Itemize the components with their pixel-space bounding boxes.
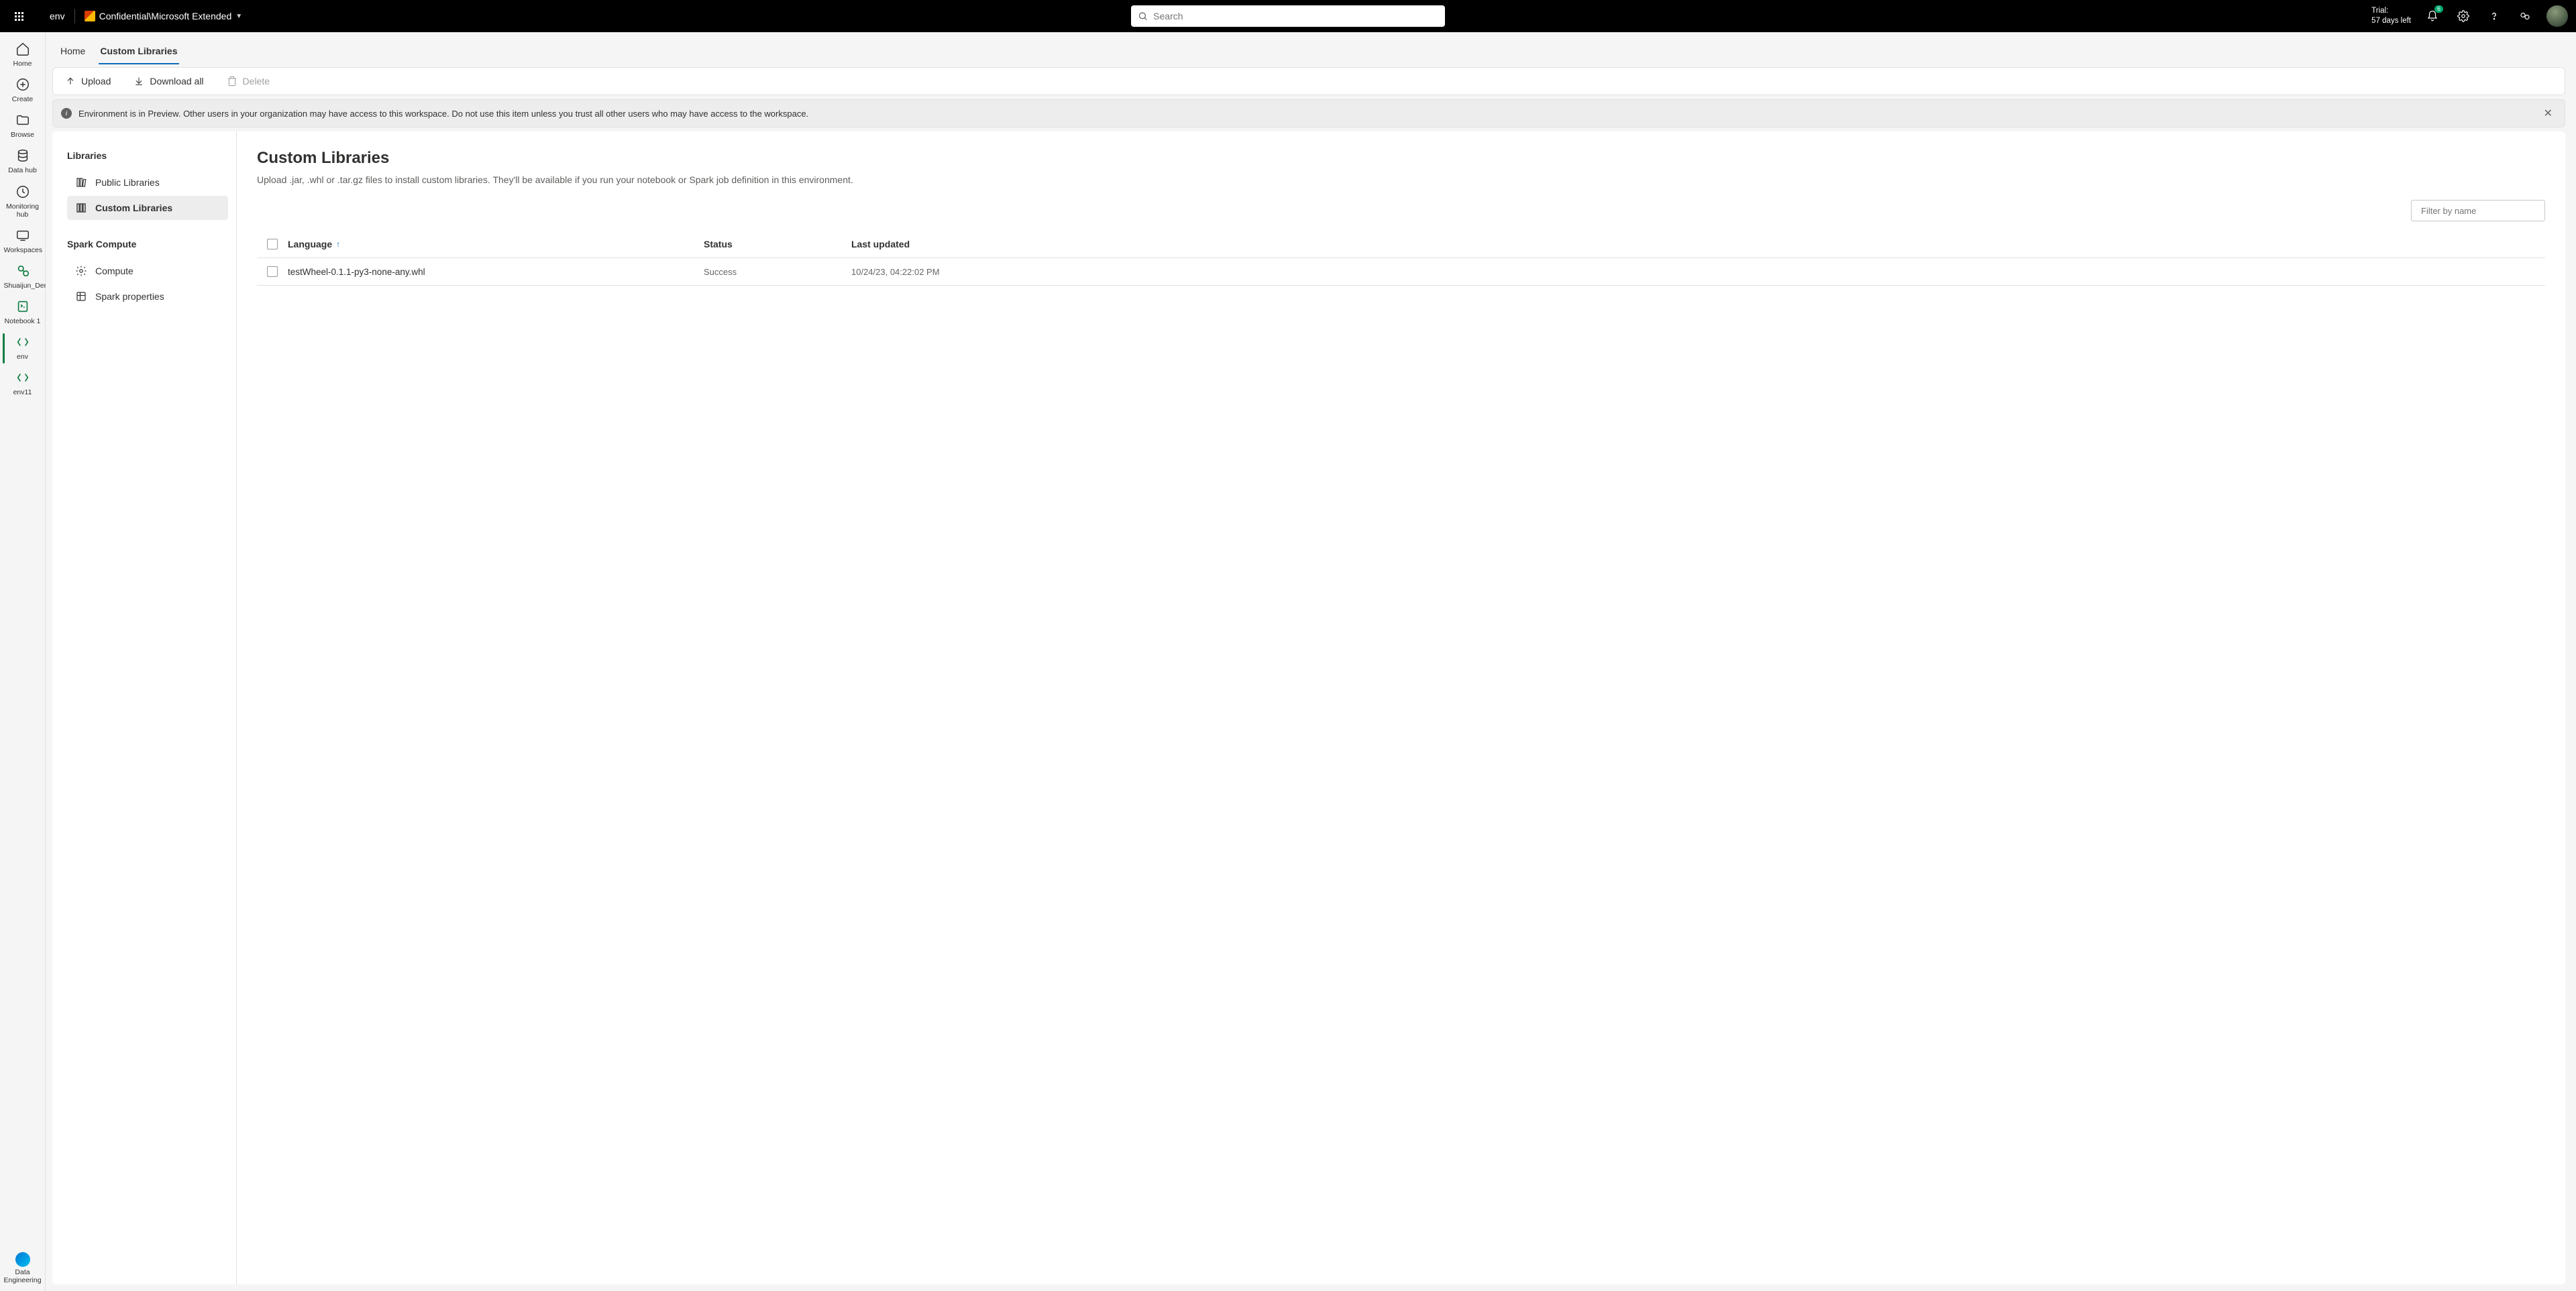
page-subtitle: Upload .jar, .whl or .tar.gz files to in… <box>257 174 2545 185</box>
env-name: env <box>50 11 65 21</box>
filter-input[interactable] <box>2421 206 2539 216</box>
search-icon <box>1138 11 1148 21</box>
tab-custom-libraries[interactable]: Custom Libraries <box>99 39 178 64</box>
topbar-separator <box>74 9 75 23</box>
filter-box[interactable] <box>2411 200 2545 221</box>
content-area: Custom Libraries Upload .jar, .whl or .t… <box>237 131 2565 1284</box>
nav-create[interactable]: Create <box>3 73 43 109</box>
libraries-table: Language ↑ Status Last updated testWheel… <box>257 231 2545 286</box>
table-row[interactable]: testWheel-0.1.1-py3-none-any.whl Success… <box>257 258 2545 286</box>
nav-data-hub[interactable]: Data hub <box>3 144 43 180</box>
sidebar-section-spark: Spark Compute <box>67 239 228 249</box>
main-tabs: Home Custom Libraries <box>52 36 2565 64</box>
delete-button: Delete <box>221 72 275 91</box>
nav-env[interactable]: env <box>3 331 43 366</box>
download-all-button[interactable]: Download all <box>128 72 209 91</box>
row-checkbox[interactable] <box>267 266 278 277</box>
data-engineering-icon <box>15 1252 30 1267</box>
sidebar-item-public-libraries[interactable]: Public Libraries <box>67 170 228 194</box>
sort-ascending-icon: ↑ <box>336 239 340 249</box>
sidebar: Libraries Public Libraries Custom Librar… <box>52 131 237 1284</box>
notifications-icon[interactable]: 6 <box>2423 7 2442 25</box>
sidebar-item-spark-properties[interactable]: Spark properties <box>67 284 228 308</box>
nav-home[interactable]: Home <box>3 38 43 73</box>
nav-data-engineering[interactable]: Data Engineering <box>3 1248 43 1291</box>
toolbar: Upload Download all Delete <box>52 67 2565 95</box>
settings-icon[interactable] <box>2454 7 2473 25</box>
column-header-updated[interactable]: Last updated <box>851 239 2545 249</box>
topbar: env Confidential\Microsoft Extended ▼ Tr… <box>0 0 2576 32</box>
chevron-down-icon: ▼ <box>235 13 242 20</box>
user-avatar[interactable] <box>2546 5 2568 27</box>
nav-monitoring-hub[interactable]: Monitoring hub <box>3 180 43 224</box>
nav-workspaces[interactable]: Workspaces <box>3 224 43 260</box>
tab-home[interactable]: Home <box>59 39 87 64</box>
close-banner-button[interactable]: ✕ <box>2540 105 2557 121</box>
nav-notebook[interactable]: Notebook 1 <box>3 295 43 331</box>
sidebar-item-custom-libraries[interactable]: Custom Libraries <box>67 196 228 220</box>
sensitivity-label[interactable]: Confidential\Microsoft Extended ▼ <box>85 11 243 21</box>
feedback-icon[interactable] <box>2516 7 2534 25</box>
notification-badge: 6 <box>2434 5 2443 13</box>
sidebar-item-compute[interactable]: Compute <box>67 259 228 283</box>
row-updated: 10/24/23, 04:22:02 PM <box>851 267 2545 277</box>
page-title: Custom Libraries <box>257 149 2545 168</box>
nav-browse[interactable]: Browse <box>3 109 43 144</box>
app-launcher-icon[interactable] <box>8 5 30 27</box>
info-icon: i <box>61 108 72 119</box>
search-box[interactable] <box>1131 5 1445 27</box>
trial-status: Trial: 57 days left <box>2371 6 2411 26</box>
row-name: testWheel-0.1.1-py3-none-any.whl <box>288 267 704 277</box>
nav-env11[interactable]: env11 <box>3 366 43 402</box>
sidebar-section-libraries: Libraries <box>67 150 228 161</box>
search-input[interactable] <box>1153 11 1438 21</box>
nav-workspace-env[interactable]: Shuaijun_Demo_Env <box>3 260 43 295</box>
help-icon[interactable] <box>2485 7 2504 25</box>
row-status: Success <box>704 267 851 277</box>
upload-button[interactable]: Upload <box>60 72 116 91</box>
preview-banner: i Environment is in Preview. Other users… <box>52 99 2565 127</box>
column-header-language[interactable]: Language ↑ <box>288 239 704 249</box>
select-all-checkbox[interactable] <box>267 239 278 249</box>
sensitivity-icon <box>85 11 95 21</box>
nav-rail: Home Create Browse Data hub Monitoring h… <box>0 32 46 1291</box>
column-header-status[interactable]: Status <box>704 239 851 249</box>
